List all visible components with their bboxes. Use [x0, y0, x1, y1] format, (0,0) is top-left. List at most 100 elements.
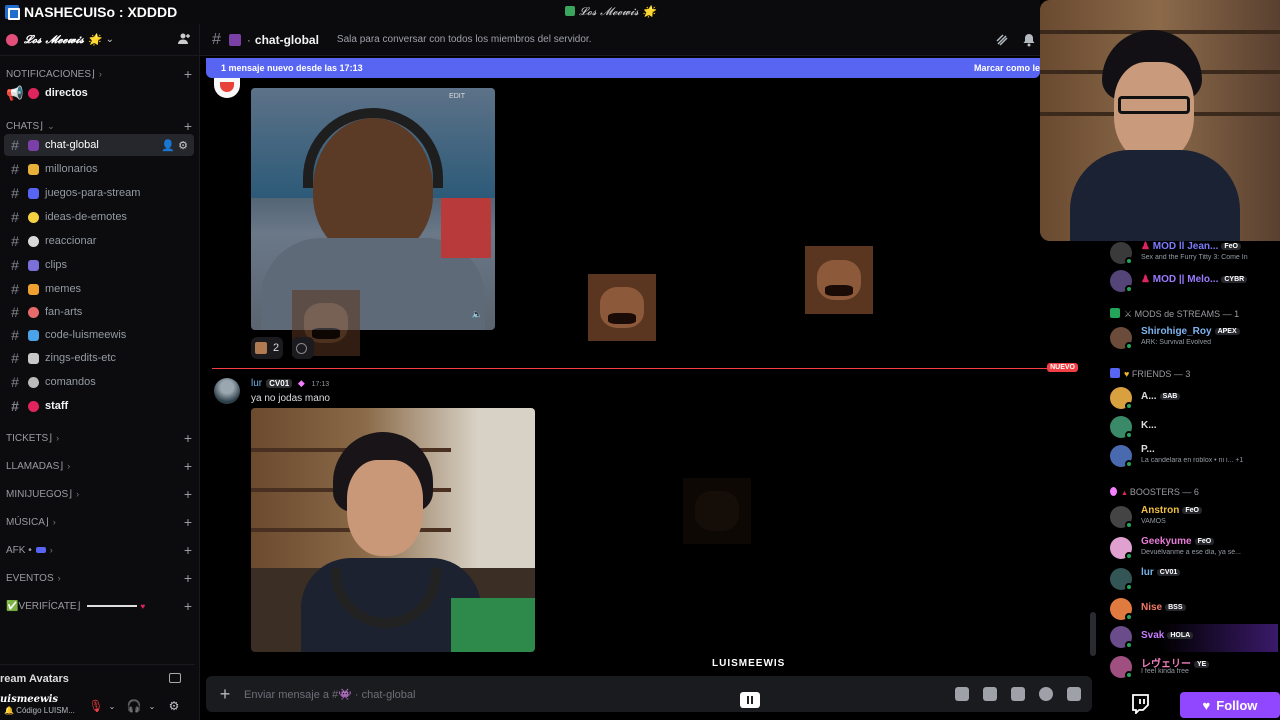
- hash-icon: #: [11, 137, 19, 153]
- chevron-down-icon[interactable]: ⌄: [104, 698, 120, 714]
- add-channel-icon[interactable]: +: [184, 66, 192, 82]
- volume-icon[interactable]: 🔈: [472, 309, 483, 320]
- message-scrollbar[interactable]: [1090, 612, 1096, 656]
- mic-muted-icon[interactable]: 🎙: [88, 698, 104, 714]
- webcam-overlay: [1040, 0, 1280, 241]
- channel-clips[interactable]: # clips: [4, 254, 194, 276]
- channel-emoji-icon: [28, 376, 39, 388]
- category-notificaciones[interactable]: NOTIFICACIONES⌋ › +: [6, 66, 192, 82]
- add-channel-icon[interactable]: +: [184, 118, 192, 134]
- member-row[interactable]: A... SAB: [1110, 385, 1278, 413]
- new-messages-bar[interactable]: 1 mensaje nuevo desde las 17:13 Marcar c…: [206, 58, 1040, 78]
- member-row[interactable]: P... La candelara en roblox • ni i... +1: [1110, 443, 1278, 471]
- channel-millonarios[interactable]: # millonarios: [4, 158, 194, 180]
- avatar[interactable]: [214, 378, 240, 404]
- channel-memes[interactable]: # memes: [4, 278, 194, 300]
- bell-icon[interactable]: [1022, 33, 1036, 47]
- add-channel-icon[interactable]: +: [184, 598, 192, 614]
- server-title-text: 𝓛𝓸𝓼 𝓜𝓮𝓮𝔀𝓲𝓼 🌟: [579, 5, 656, 18]
- invite-people-icon[interactable]: [177, 32, 191, 46]
- headphones-icon[interactable]: 🎧: [126, 698, 142, 714]
- image-attachment[interactable]: [251, 408, 535, 652]
- divider-line: [86, 605, 137, 607]
- video-attachment[interactable]: EDIT 🔈: [251, 88, 495, 330]
- reaction-chip[interactable]: 2: [251, 337, 284, 359]
- user-panel[interactable]: uismeewis 🔔 Código LUISM... 🎙 ⌄ 🎧 ⌄ ⚙: [0, 694, 195, 720]
- online-status-icon: [1125, 402, 1133, 410]
- threads-icon[interactable]: [995, 33, 1009, 47]
- channel-code-luismeewis[interactable]: # code-luismeewis: [4, 324, 194, 346]
- add-channel-icon[interactable]: +: [184, 486, 192, 502]
- channel-directos[interactable]: 📢 directos: [4, 82, 194, 104]
- category-chats[interactable]: CHATS⌋ ⌄ +: [6, 118, 192, 134]
- member-row[interactable]: ♟ MOD ll Jean... FeO Sex and the Furry Ti…: [1110, 240, 1278, 268]
- follow-button[interactable]: ♥ Follow: [1180, 692, 1280, 718]
- author-name[interactable]: lur: [251, 378, 262, 389]
- chevron-right-icon: ›: [56, 433, 60, 443]
- channel-reaccionar[interactable]: # reaccionar: [4, 230, 194, 252]
- channel-fan-arts[interactable]: # fan-arts: [4, 301, 194, 323]
- category-afk[interactable]: AFK • › +: [6, 542, 192, 558]
- member-row[interactable]: ♟ MOD || Melo... CYBR: [1110, 268, 1278, 296]
- gift-icon[interactable]: [955, 687, 969, 701]
- category-label: MÚSICA⌋: [6, 516, 49, 528]
- channel-label: millonarios: [45, 163, 98, 175]
- member-row[interactable]: lur CV01: [1110, 566, 1278, 594]
- group-header-mods: ⚔ MODS de STREAMS — 1: [1110, 308, 1239, 320]
- channel-ideas-de-emotes[interactable]: # ideas-de-emotes: [4, 206, 194, 228]
- gif-icon[interactable]: [983, 687, 997, 701]
- channel-emoji-icon: [28, 329, 39, 341]
- message-input[interactable]: Enviar mensaje a #👾 · chat-global: [244, 688, 415, 701]
- add-reaction-button[interactable]: [292, 337, 314, 359]
- add-channel-icon[interactable]: +: [184, 458, 192, 474]
- member-row[interactable]: Shirohige_Roy APEX ARK: Survival Evolved: [1110, 325, 1278, 353]
- category-verificate[interactable]: ✅VERIFÍCATE⌋ ♥ +: [6, 598, 192, 614]
- member-row[interactable]: Svak HOLA: [1110, 624, 1278, 652]
- member-tag: FeO: [1194, 538, 1215, 545]
- apps-icon[interactable]: [1067, 687, 1081, 701]
- channel-zings-edits-etc[interactable]: # zings-edits-etc: [4, 347, 194, 369]
- member-row[interactable]: Anstron FeO VAMOS: [1110, 504, 1278, 532]
- channel-staff[interactable]: # staff: [4, 395, 194, 417]
- settings-gear-icon[interactable]: ⚙: [166, 698, 182, 714]
- new-messages-text: 1 mensaje nuevo desde las 17:13: [221, 63, 363, 73]
- channel-label: directos: [45, 87, 88, 99]
- channel-juegos-para-stream[interactable]: # juegos-para-stream: [4, 182, 194, 204]
- category-eventos[interactable]: EVENTOS › +: [6, 570, 192, 586]
- member-name: P...: [1141, 444, 1155, 455]
- category-llamadas[interactable]: LLAMADAS⌋ › +: [6, 458, 192, 474]
- add-channel-icon[interactable]: +: [184, 542, 192, 558]
- mark-as-read-button[interactable]: Marcar como le: [974, 63, 1040, 73]
- channel-label: staff: [45, 400, 69, 412]
- chevron-right-icon: ›: [67, 461, 71, 471]
- person-face: [347, 460, 423, 556]
- member-row[interactable]: Nise BSS: [1110, 596, 1278, 624]
- member-row[interactable]: レヴェリー YE I feel kinda free: [1110, 654, 1278, 682]
- stream-avatars-activity[interactable]: ream Avatars: [0, 664, 195, 692]
- emoji-icon[interactable]: [1039, 687, 1053, 701]
- channel-comandos[interactable]: # comandos: [4, 371, 194, 393]
- activity-screen-icon[interactable]: [169, 673, 181, 683]
- sticker-icon[interactable]: [1011, 687, 1025, 701]
- channel-label: juegos-para-stream: [45, 187, 141, 199]
- channel-emoji-icon: [28, 163, 39, 175]
- channel-emoji-icon: [28, 259, 39, 271]
- author-tag: CV01: [266, 379, 293, 388]
- add-channel-icon[interactable]: +: [184, 570, 192, 586]
- channel-chat-global[interactable]: # chat-global 👤 ⚙: [4, 134, 194, 156]
- add-channel-icon[interactable]: +: [184, 514, 192, 530]
- member-row[interactable]: K...: [1110, 414, 1278, 442]
- triangle-icon: ▲: [1121, 490, 1130, 497]
- hash-icon: #: [11, 350, 19, 366]
- online-status-icon: [1125, 671, 1133, 679]
- category-tickets[interactable]: TICKETS⌋ › +: [6, 430, 192, 446]
- twitch-logo-icon: [1132, 694, 1149, 714]
- add-channel-icon[interactable]: +: [184, 430, 192, 446]
- category-minijuegos[interactable]: MINIJUEGOS⌋ › +: [6, 486, 192, 502]
- category-musica[interactable]: MÚSICA⌋ › +: [6, 514, 192, 530]
- server-header[interactable]: 𝓛𝓸𝓼 𝓜𝓮𝓮𝔀𝓲𝓼 🌟 ⌄: [0, 24, 199, 56]
- chevron-down-icon[interactable]: ⌄: [144, 698, 160, 714]
- attach-plus-button[interactable]: +: [206, 684, 244, 705]
- member-row[interactable]: Geekyume FeO Devuélvanme a ese día, ya sé…: [1110, 535, 1278, 563]
- channel-settings-icons[interactable]: 👤 ⚙: [161, 139, 188, 152]
